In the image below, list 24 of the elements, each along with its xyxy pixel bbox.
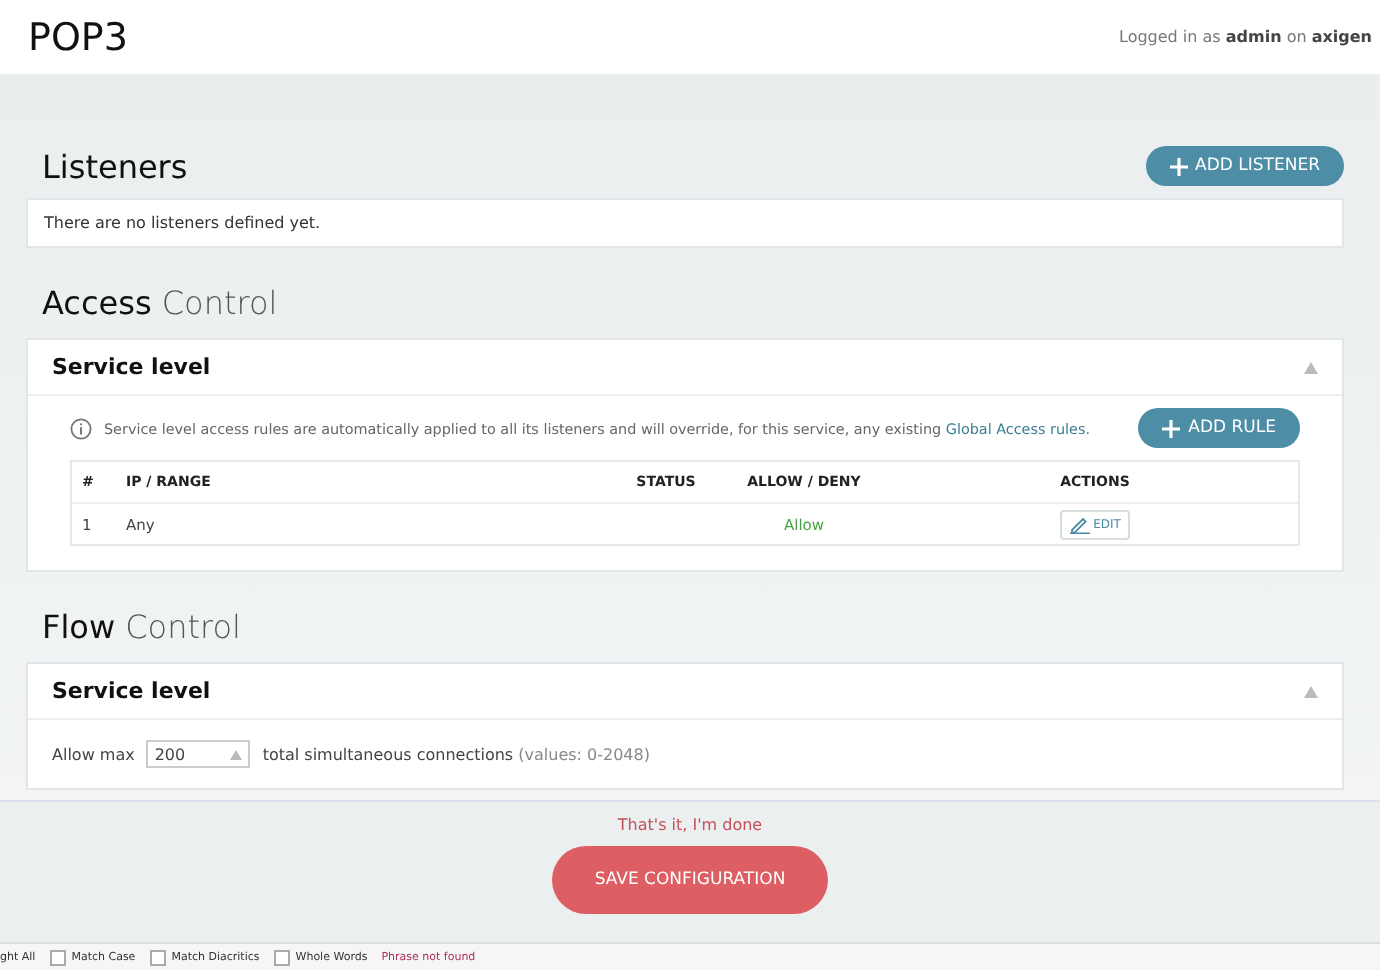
section-title: Access Control [42,284,280,322]
connections-input[interactable]: 200 [146,740,251,768]
field-suffix: total simultaneous connections (values: 0-2048) [262,745,650,763]
page-title: POP3 [28,15,128,59]
login-info: Logged in as admin on axigen [1119,28,1372,46]
checkbox[interactable] [273,949,290,965]
checkbox[interactable] [49,949,66,965]
section-title: Listeners [42,147,188,185]
field-label: Allow max [52,745,135,763]
plus-icon [1162,419,1181,437]
section-title: Flow Control [42,608,243,646]
plus-icon [1169,157,1188,175]
panel-title: Service level [52,678,211,704]
save-configuration-button[interactable]: SAVE CONFIGURATION [552,846,828,914]
pencil-icon [1069,515,1090,533]
spin-up-icon[interactable] [230,749,243,759]
info-icon [70,417,92,439]
add-listener-button[interactable]: ADD LISTENER [1145,146,1344,186]
collapse-icon[interactable] [1304,361,1318,373]
empty-message: There are no listeners defined yet. [44,214,321,232]
checkbox[interactable] [149,949,166,965]
add-rule-button[interactable]: ADD RULE [1138,408,1300,448]
collapse-icon[interactable] [1304,685,1318,697]
panel-title: Service level [52,354,211,380]
